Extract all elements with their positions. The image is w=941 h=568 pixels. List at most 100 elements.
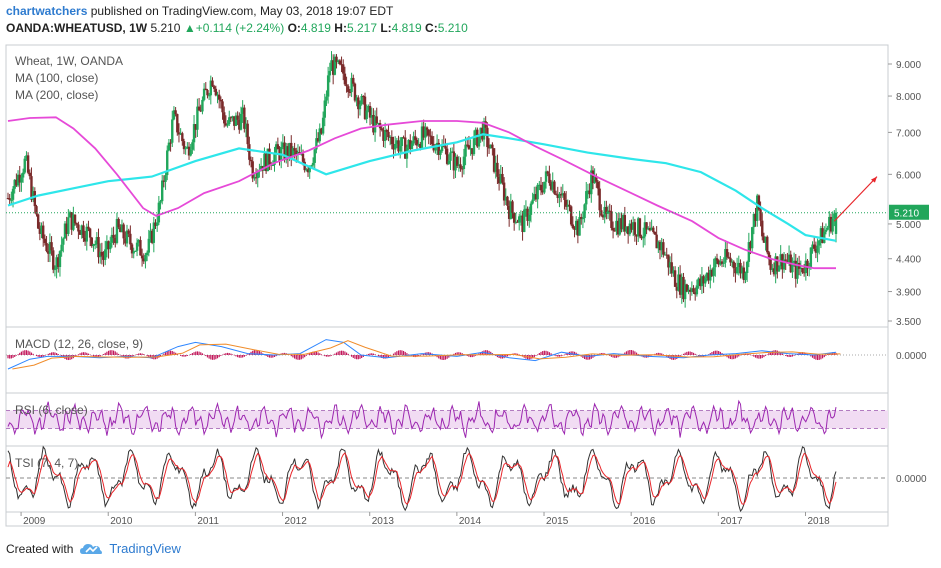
candle-body xyxy=(816,245,819,253)
candle-body xyxy=(831,218,834,232)
candle-body xyxy=(449,152,452,161)
candle-body xyxy=(824,229,828,232)
candle-body xyxy=(223,112,226,124)
candle-body xyxy=(67,217,70,234)
candle-body xyxy=(496,162,499,177)
candle-body xyxy=(745,261,749,273)
candle-body xyxy=(189,149,192,156)
candle-body xyxy=(52,250,55,270)
candle-body xyxy=(206,90,209,96)
candle-body xyxy=(239,113,243,130)
candle-body xyxy=(472,136,476,155)
candle-body xyxy=(87,226,90,229)
candle-body xyxy=(410,143,414,149)
candle-body xyxy=(596,181,600,189)
candle-body xyxy=(462,156,466,169)
candle-body xyxy=(400,137,404,146)
candle-body xyxy=(809,247,813,268)
candle-body xyxy=(581,218,585,220)
candle-body xyxy=(36,214,40,229)
candle-body xyxy=(546,171,549,174)
candle-body xyxy=(182,141,186,150)
time-tick-label: 2018 xyxy=(807,516,830,527)
candle-body xyxy=(75,223,78,225)
candle-body xyxy=(501,173,504,183)
candle-body xyxy=(585,191,588,205)
candle-body xyxy=(365,110,368,120)
candle-body xyxy=(834,212,838,234)
price-tick-label: 8.000 xyxy=(896,92,921,103)
candle-body xyxy=(10,199,13,201)
candle-body xyxy=(176,114,179,133)
candle-body xyxy=(219,99,223,102)
candle-body xyxy=(543,181,546,193)
candle-body xyxy=(43,238,47,243)
candle-body xyxy=(444,146,447,149)
candle-body xyxy=(777,266,781,272)
candle-body xyxy=(62,238,65,245)
candle-body xyxy=(486,127,489,148)
candle-body xyxy=(342,64,345,74)
tradingview-brand-link[interactable]: TradingView xyxy=(109,541,181,556)
candle-body xyxy=(112,234,115,238)
candle-body xyxy=(769,259,772,270)
candle-body xyxy=(583,204,586,219)
candle-body xyxy=(226,124,229,126)
candle-body xyxy=(311,162,315,166)
time-tick-label: 2012 xyxy=(285,516,308,527)
annotation-arrow-line xyxy=(833,176,878,222)
candle-body xyxy=(169,142,172,144)
candle-body xyxy=(578,217,581,236)
tradingview-cloud-icon xyxy=(80,543,103,554)
candle-body xyxy=(387,131,390,138)
price-tick-label: 6.000 xyxy=(896,170,921,181)
candle-body xyxy=(104,249,107,260)
candle-body xyxy=(439,150,442,155)
candle-body xyxy=(715,258,719,261)
candle-body xyxy=(23,158,26,173)
candle-body xyxy=(653,231,657,235)
ma100-line xyxy=(7,133,837,242)
candle-body xyxy=(633,222,637,235)
candle-body xyxy=(140,255,144,259)
candle-body xyxy=(511,201,514,213)
candle-body xyxy=(704,278,707,284)
candle-body xyxy=(761,220,764,237)
candle-body xyxy=(268,148,271,165)
candle-body xyxy=(50,242,53,251)
candle-body xyxy=(491,144,494,149)
legend-ma200: MA (200, close) xyxy=(15,88,99,102)
candle-body xyxy=(85,226,88,242)
candle-body xyxy=(638,218,642,237)
candle-body xyxy=(228,117,231,125)
candle-body xyxy=(727,256,730,258)
macd-tick-label: 0.0000 xyxy=(896,351,927,362)
candle-body xyxy=(390,136,394,145)
candle-body xyxy=(425,127,429,130)
candle-body xyxy=(248,144,251,160)
chart-canvas[interactable]: 9.000 8.000 7.000 6.000 5.000 4.400 3.900 3.500… xyxy=(0,0,941,568)
last-price-label: 5.210 xyxy=(894,209,919,220)
candle-body xyxy=(548,173,551,184)
candle-body xyxy=(539,184,543,191)
candle-body xyxy=(147,238,150,253)
candle-body xyxy=(88,228,92,238)
rsi-legend: RSI (6, close) xyxy=(15,403,88,417)
candle-body xyxy=(197,106,201,111)
candle-body xyxy=(58,251,62,267)
candle-body xyxy=(325,96,328,101)
candle-body xyxy=(512,212,516,223)
candle-body xyxy=(167,142,171,151)
candle-body xyxy=(766,236,769,253)
candle-body xyxy=(321,117,325,134)
candle-body xyxy=(695,285,699,295)
candle-body xyxy=(506,196,509,206)
candle-body xyxy=(201,99,204,112)
candle-body xyxy=(459,164,462,169)
candle-body xyxy=(427,129,430,136)
candle-body xyxy=(347,86,350,92)
candle-body xyxy=(155,222,159,226)
candle-body xyxy=(563,193,566,200)
candle-body xyxy=(159,201,162,203)
candle-body xyxy=(732,261,735,269)
